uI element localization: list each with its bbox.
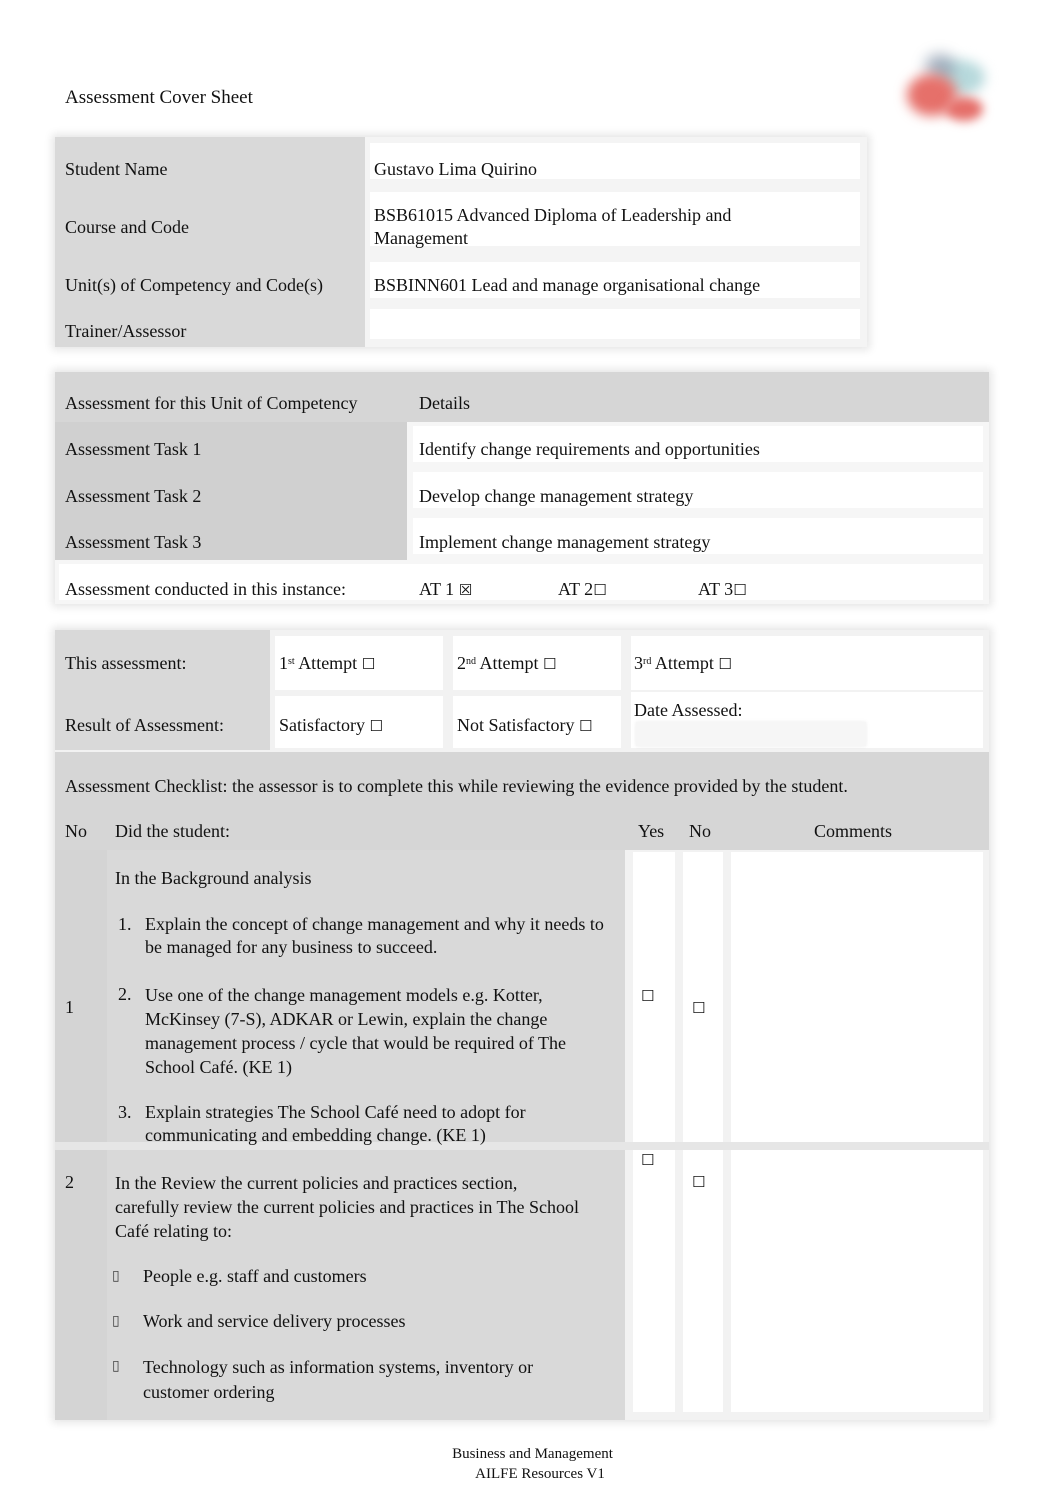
- item-2-yes-checkbox[interactable]: ☐: [641, 1149, 654, 1172]
- at3-checkbox[interactable]: AT 3☐: [698, 578, 747, 602]
- item-intro: In the Background analysis: [115, 868, 312, 888]
- trainer-assessor-value[interactable]: [374, 320, 854, 343]
- assessment-conducted-label: Assessment conducted in this instance:: [65, 579, 346, 599]
- column-header-no-2: No: [689, 821, 711, 841]
- list-number: 3.: [118, 1102, 132, 1122]
- checklist-intro: Assessment Checklist: the assessor is to…: [65, 776, 848, 796]
- list-item: Explain the concept of change management…: [145, 914, 604, 957]
- list-number: 2.: [118, 984, 132, 1004]
- bullet-item: Work and service delivery processes: [143, 1311, 406, 1331]
- at2-checkbox[interactable]: AT 2☐: [558, 578, 607, 602]
- checkbox-icon: ☐: [369, 717, 383, 735]
- trainer-assessor-label: Trainer/Assessor: [65, 321, 187, 341]
- list-item: Explain strategies The School Café need …: [145, 1102, 526, 1145]
- checkbox-icon: ☐: [361, 655, 376, 673]
- bullet-icon: ▯: [112, 1314, 120, 1329]
- bullet-icon: ▯: [112, 1359, 120, 1374]
- satisfactory-checkbox[interactable]: Satisfactory ☐: [279, 714, 383, 738]
- first-attempt-checkbox[interactable]: 1st Attempt ☐: [279, 652, 375, 676]
- column-header-comments: Comments: [814, 821, 893, 841]
- checkbox-icon: ☐: [543, 655, 557, 673]
- item-1-comments-field[interactable]: [735, 860, 975, 1140]
- date-assessed-field[interactable]: [636, 722, 866, 746]
- footer: Business and Management AILFE Resources …: [0, 1444, 1062, 1484]
- assessment-task-1-label: Assessment Task 1: [65, 439, 202, 459]
- student-name-value[interactable]: Gustavo Lima Quirino: [374, 158, 537, 181]
- item-2-comments-field[interactable]: [735, 1155, 975, 1405]
- assessment-unit-header: Assessment for this Unit of Competency: [65, 393, 358, 413]
- assessment-task-2-label: Assessment Task 2: [65, 486, 202, 506]
- checkbox-icon: ☐: [733, 581, 747, 599]
- item-1-no-checkbox[interactable]: ☐: [692, 997, 705, 1020]
- student-name-label: Student Name: [65, 159, 168, 179]
- assessment-task-3-label: Assessment Task 3: [65, 532, 202, 552]
- not-satisfactory-checkbox[interactable]: Not Satisfactory ☐: [457, 714, 592, 738]
- bullet-item: Technology such as information systems, …: [143, 1357, 534, 1402]
- item-number: 2: [65, 1172, 74, 1192]
- second-attempt-checkbox[interactable]: 2nd Attempt ☐: [457, 652, 556, 676]
- assessment-task-3-details: Implement change management strategy: [419, 532, 711, 552]
- checkbox-icon: ☐: [578, 717, 593, 735]
- item-intro: In the Review the current policies and p…: [115, 1173, 579, 1241]
- assessment-task-2-details: Develop change management strategy: [419, 486, 694, 506]
- unit-competency-value[interactable]: BSBINN601 Lead and manage organisational…: [374, 274, 760, 297]
- date-assessed-label: Date Assessed:: [634, 700, 743, 720]
- course-code-label: Course and Code: [65, 217, 189, 237]
- item-number: 1: [65, 997, 74, 1017]
- list-number: 1.: [118, 914, 132, 934]
- checked-box-icon: ☒: [458, 581, 473, 599]
- organisation-logo-icon: [895, 52, 995, 127]
- item-2-no-checkbox[interactable]: ☐: [692, 1171, 705, 1194]
- column-header-no: No: [65, 821, 87, 841]
- checkbox-icon: ☐: [718, 655, 732, 673]
- footer-line-2: AILFE Resources V1: [475, 1466, 605, 1482]
- result-label: Result of Assessment:: [65, 715, 225, 735]
- bullet-item: People e.g. staff and customers: [143, 1266, 367, 1286]
- page-title: Assessment Cover Sheet: [65, 87, 253, 108]
- column-header-did-student: Did the student:: [115, 821, 230, 841]
- at1-checkbox[interactable]: AT 1 ☒: [419, 578, 472, 602]
- item-1-yes-checkbox[interactable]: ☐: [641, 985, 654, 1008]
- assessment-task-1-details: Identify change requirements and opportu…: [419, 439, 760, 459]
- third-attempt-checkbox[interactable]: 3rd Attempt ☐: [634, 652, 732, 676]
- unit-competency-label: Unit(s) of Competency and Code(s): [65, 275, 323, 295]
- column-header-yes: Yes: [638, 821, 665, 841]
- details-header: Details: [419, 393, 470, 413]
- course-code-value[interactable]: BSB61015 Advanced Diploma of Leadership …: [374, 204, 794, 250]
- footer-line-1: Business and Management: [452, 1446, 613, 1462]
- list-item: Use one of the change management models …: [145, 985, 567, 1077]
- this-assessment-label: This assessment:: [65, 653, 187, 673]
- bullet-icon: ▯: [112, 1269, 120, 1284]
- checkbox-icon: ☐: [593, 581, 607, 599]
